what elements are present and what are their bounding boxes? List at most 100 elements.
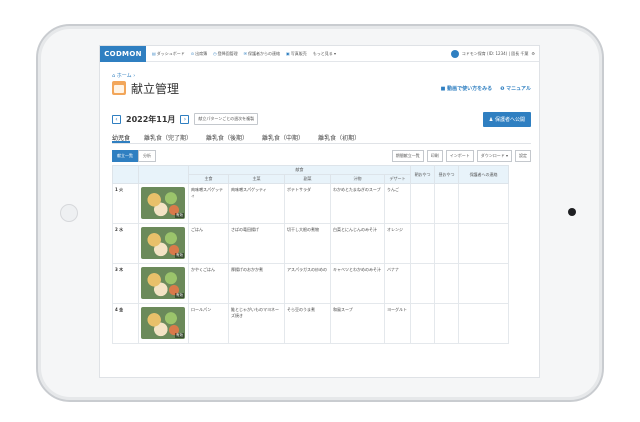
cell-parent-note[interactable] — [458, 183, 510, 224]
mail-icon: ✉ — [243, 50, 247, 56]
cell-soup[interactable]: わかめとたまねぎのスープ — [330, 183, 385, 224]
cell-dessert[interactable]: ヨーグルト — [383, 303, 412, 344]
user-menu[interactable]: コドモン保育 (ID: 1234) | 園長 千葉 ⚙ — [450, 49, 539, 58]
cell-soup[interactable]: 白菜とにんじんのみそ汁 — [330, 223, 385, 264]
table-row[interactable]: 4 金 有効 ロールパン 鮭とじゃがいものマヨネーズ焼き そら豆のうま煮 和風ス… — [112, 303, 510, 344]
photo-status-label: 有効 — [175, 293, 184, 298]
settings-button[interactable]: 設定 — [515, 149, 531, 162]
tool-buttons: 期間献立一覧 印刷 インポート ダウンロード ▾ 設定 — [391, 149, 531, 162]
home-button[interactable] — [60, 204, 78, 222]
month-selector: ‹ 2022年11月 › 献立パターンごとの週次を複製 ♟ 保護者へ公開 — [112, 111, 531, 127]
cell-afternoon-snack[interactable] — [434, 183, 460, 224]
cell-side[interactable]: アスパラガスの炒めの — [284, 263, 331, 304]
users-icon: ⊙ — [190, 50, 195, 56]
publish-to-parents-button[interactable]: ♟ 保護者へ公開 — [482, 111, 531, 127]
table-toolbar: 献立一覧 分析 期間献立一覧 印刷 インポート ダウンロード ▾ 設定 — [112, 149, 531, 162]
meal-photo[interactable]: 有効 — [141, 267, 185, 299]
manual-link[interactable]: ❶ マニュアル — [500, 85, 531, 92]
tab-weaning-complete[interactable]: 離乳食（完了期） — [144, 133, 192, 143]
cell-afternoon-snack[interactable] — [434, 223, 460, 264]
cell-morning-snack[interactable] — [410, 183, 436, 224]
row-day: 3 木 — [112, 263, 139, 304]
cell-parent-note[interactable] — [458, 303, 510, 344]
gear-icon[interactable]: ⚙ — [531, 51, 535, 56]
meal-photo[interactable]: 有効 — [141, 227, 185, 259]
download-button[interactable]: ダウンロード ▾ — [476, 149, 512, 162]
cell-afternoon-snack[interactable] — [434, 263, 460, 304]
cell-afternoon-snack[interactable] — [434, 303, 460, 344]
print-button[interactable]: 印刷 — [426, 149, 443, 162]
cell-dessert[interactable]: りんご — [383, 183, 412, 224]
cell-main[interactable]: 厚揚げのおかか煮 — [228, 263, 285, 304]
table-row[interactable]: 2 水 有効 ごはん さばの竜田揚げ 切干し大根の煮物 白菜とにんじんのみそ汁 … — [112, 223, 510, 264]
help-video-link[interactable]: ■ 動画で使い方をみる — [441, 85, 492, 92]
row-day: 4 金 — [112, 303, 139, 344]
cell-main[interactable]: 肉味噌スパゲッティ — [228, 183, 285, 224]
header-main: 主菜 — [228, 174, 285, 184]
cell-staple[interactable]: ごはん — [188, 223, 229, 264]
view-list-button[interactable]: 献立一覧 — [112, 149, 138, 162]
cell-dessert[interactable]: オレンジ — [383, 223, 412, 264]
menu-table: 献食 朝おやつ 昼おやつ 保護者への連絡 主食 主菜 副菜 汁物 デザート 1 … — [112, 165, 510, 344]
cell-morning-snack[interactable] — [410, 223, 436, 264]
cell-dessert[interactable]: バナナ — [383, 263, 412, 304]
header-day — [112, 165, 139, 184]
import-button[interactable]: インポート — [445, 149, 474, 162]
tab-infant-meal[interactable]: 幼児食 — [112, 133, 131, 143]
avatar — [450, 49, 459, 58]
clock-icon: ◷ — [213, 50, 217, 56]
cell-parent-note[interactable] — [458, 223, 510, 264]
tab-weaning-late[interactable]: 離乳食（後期） — [206, 133, 248, 143]
view-analysis-button[interactable]: 分析 — [138, 149, 156, 162]
nav-item-checkin[interactable]: ◷登降園管理 — [213, 51, 238, 57]
nav-item-more[interactable]: もっと見る ▾ — [313, 51, 336, 57]
cell-staple[interactable]: ロールパン — [188, 303, 229, 344]
cell-morning-snack[interactable] — [410, 263, 436, 304]
current-month: 2022年11月 — [126, 114, 176, 124]
header-meal-group: 献食 — [187, 165, 412, 175]
cell-main[interactable]: さばの竜田揚げ — [228, 223, 285, 264]
photo-cell[interactable]: 有効 — [138, 183, 189, 224]
cell-side[interactable]: ポテトサラダ — [284, 183, 331, 224]
top-navigation: CODMON ▤ダッシュボード ⊙出席簿 ◷登降園管理 ✉保護者からの連絡 ▣写… — [100, 46, 539, 62]
nav-item-photos[interactable]: ▣写真販売 — [286, 51, 307, 57]
table-row[interactable]: 3 木 有効 かやくごはん 厚揚げのおかか煮 アスパラガスの炒めの キャベツとわ… — [112, 263, 510, 304]
next-month-button[interactable]: › — [180, 114, 190, 124]
photo-cell[interactable]: 有効 — [138, 303, 189, 344]
row-day: 2 水 — [112, 223, 139, 264]
meal-photo[interactable]: 有効 — [141, 307, 185, 339]
cell-staple[interactable]: 肉味噌スパゲッティ — [188, 183, 229, 224]
cell-soup[interactable]: キャベツとわかめのみそ汁 — [330, 263, 385, 304]
nav-item-dashboard[interactable]: ▤ダッシュボード — [152, 51, 185, 57]
photo-cell[interactable]: 有効 — [138, 223, 189, 264]
photo-status-label: 有効 — [175, 253, 184, 258]
prev-month-button[interactable]: ‹ — [112, 114, 121, 124]
codmon-logo[interactable]: CODMON — [100, 46, 146, 62]
nav-item-messages[interactable]: ✉保護者からの連絡 — [244, 51, 280, 57]
cell-side[interactable]: そら豆のうま煮 — [284, 303, 331, 344]
nav-item-attendance[interactable]: ⊙出席簿 — [191, 51, 207, 57]
header-side: 副菜 — [284, 174, 331, 184]
cell-parent-note[interactable] — [458, 263, 510, 304]
photo-status-label: 有効 — [175, 333, 184, 338]
cell-staple[interactable]: かやくごはん — [188, 263, 229, 304]
tab-weaning-early[interactable]: 離乳食（初期） — [318, 133, 360, 143]
breadcrumb[interactable]: ⌂ ホーム › — [112, 72, 531, 79]
row-day: 1 火 — [112, 183, 139, 224]
cell-side[interactable]: 切干し大根の煮物 — [284, 223, 331, 264]
cell-soup[interactable]: 和風スープ — [330, 303, 385, 344]
photo-cell[interactable]: 有効 — [138, 263, 189, 304]
meal-type-tabs: 幼児食 離乳食（完了期） 離乳食（後期） 離乳食（中期） 離乳食（初期） — [112, 133, 531, 144]
chart-icon: ▤ — [152, 50, 156, 56]
tab-weaning-middle[interactable]: 離乳食（中期） — [262, 133, 304, 143]
copy-pattern-button[interactable]: 献立パターンごとの週次を複製 — [194, 113, 259, 125]
cell-main[interactable]: 鮭とじゃがいものマヨネーズ焼き — [228, 303, 285, 344]
meal-photo[interactable]: 有効 — [141, 187, 185, 219]
table-row[interactable]: 1 火 有効 肉味噌スパゲッティ 肉味噌スパゲッティ ポテトサラダ わかめとたま… — [112, 183, 510, 224]
help-links: ■ 動画で使い方をみる ❶ マニュアル — [441, 85, 531, 92]
page-title: 献立管理 — [131, 81, 180, 96]
cell-morning-snack[interactable] — [410, 303, 436, 344]
header-parent-note: 保護者への連絡 — [458, 165, 510, 184]
period-menu-button[interactable]: 期間献立一覧 — [391, 149, 424, 162]
main-content: ⌂ ホーム › 献立管理 ■ 動画で使い方をみる ❶ マニュアル ‹ 2022年… — [100, 62, 539, 344]
